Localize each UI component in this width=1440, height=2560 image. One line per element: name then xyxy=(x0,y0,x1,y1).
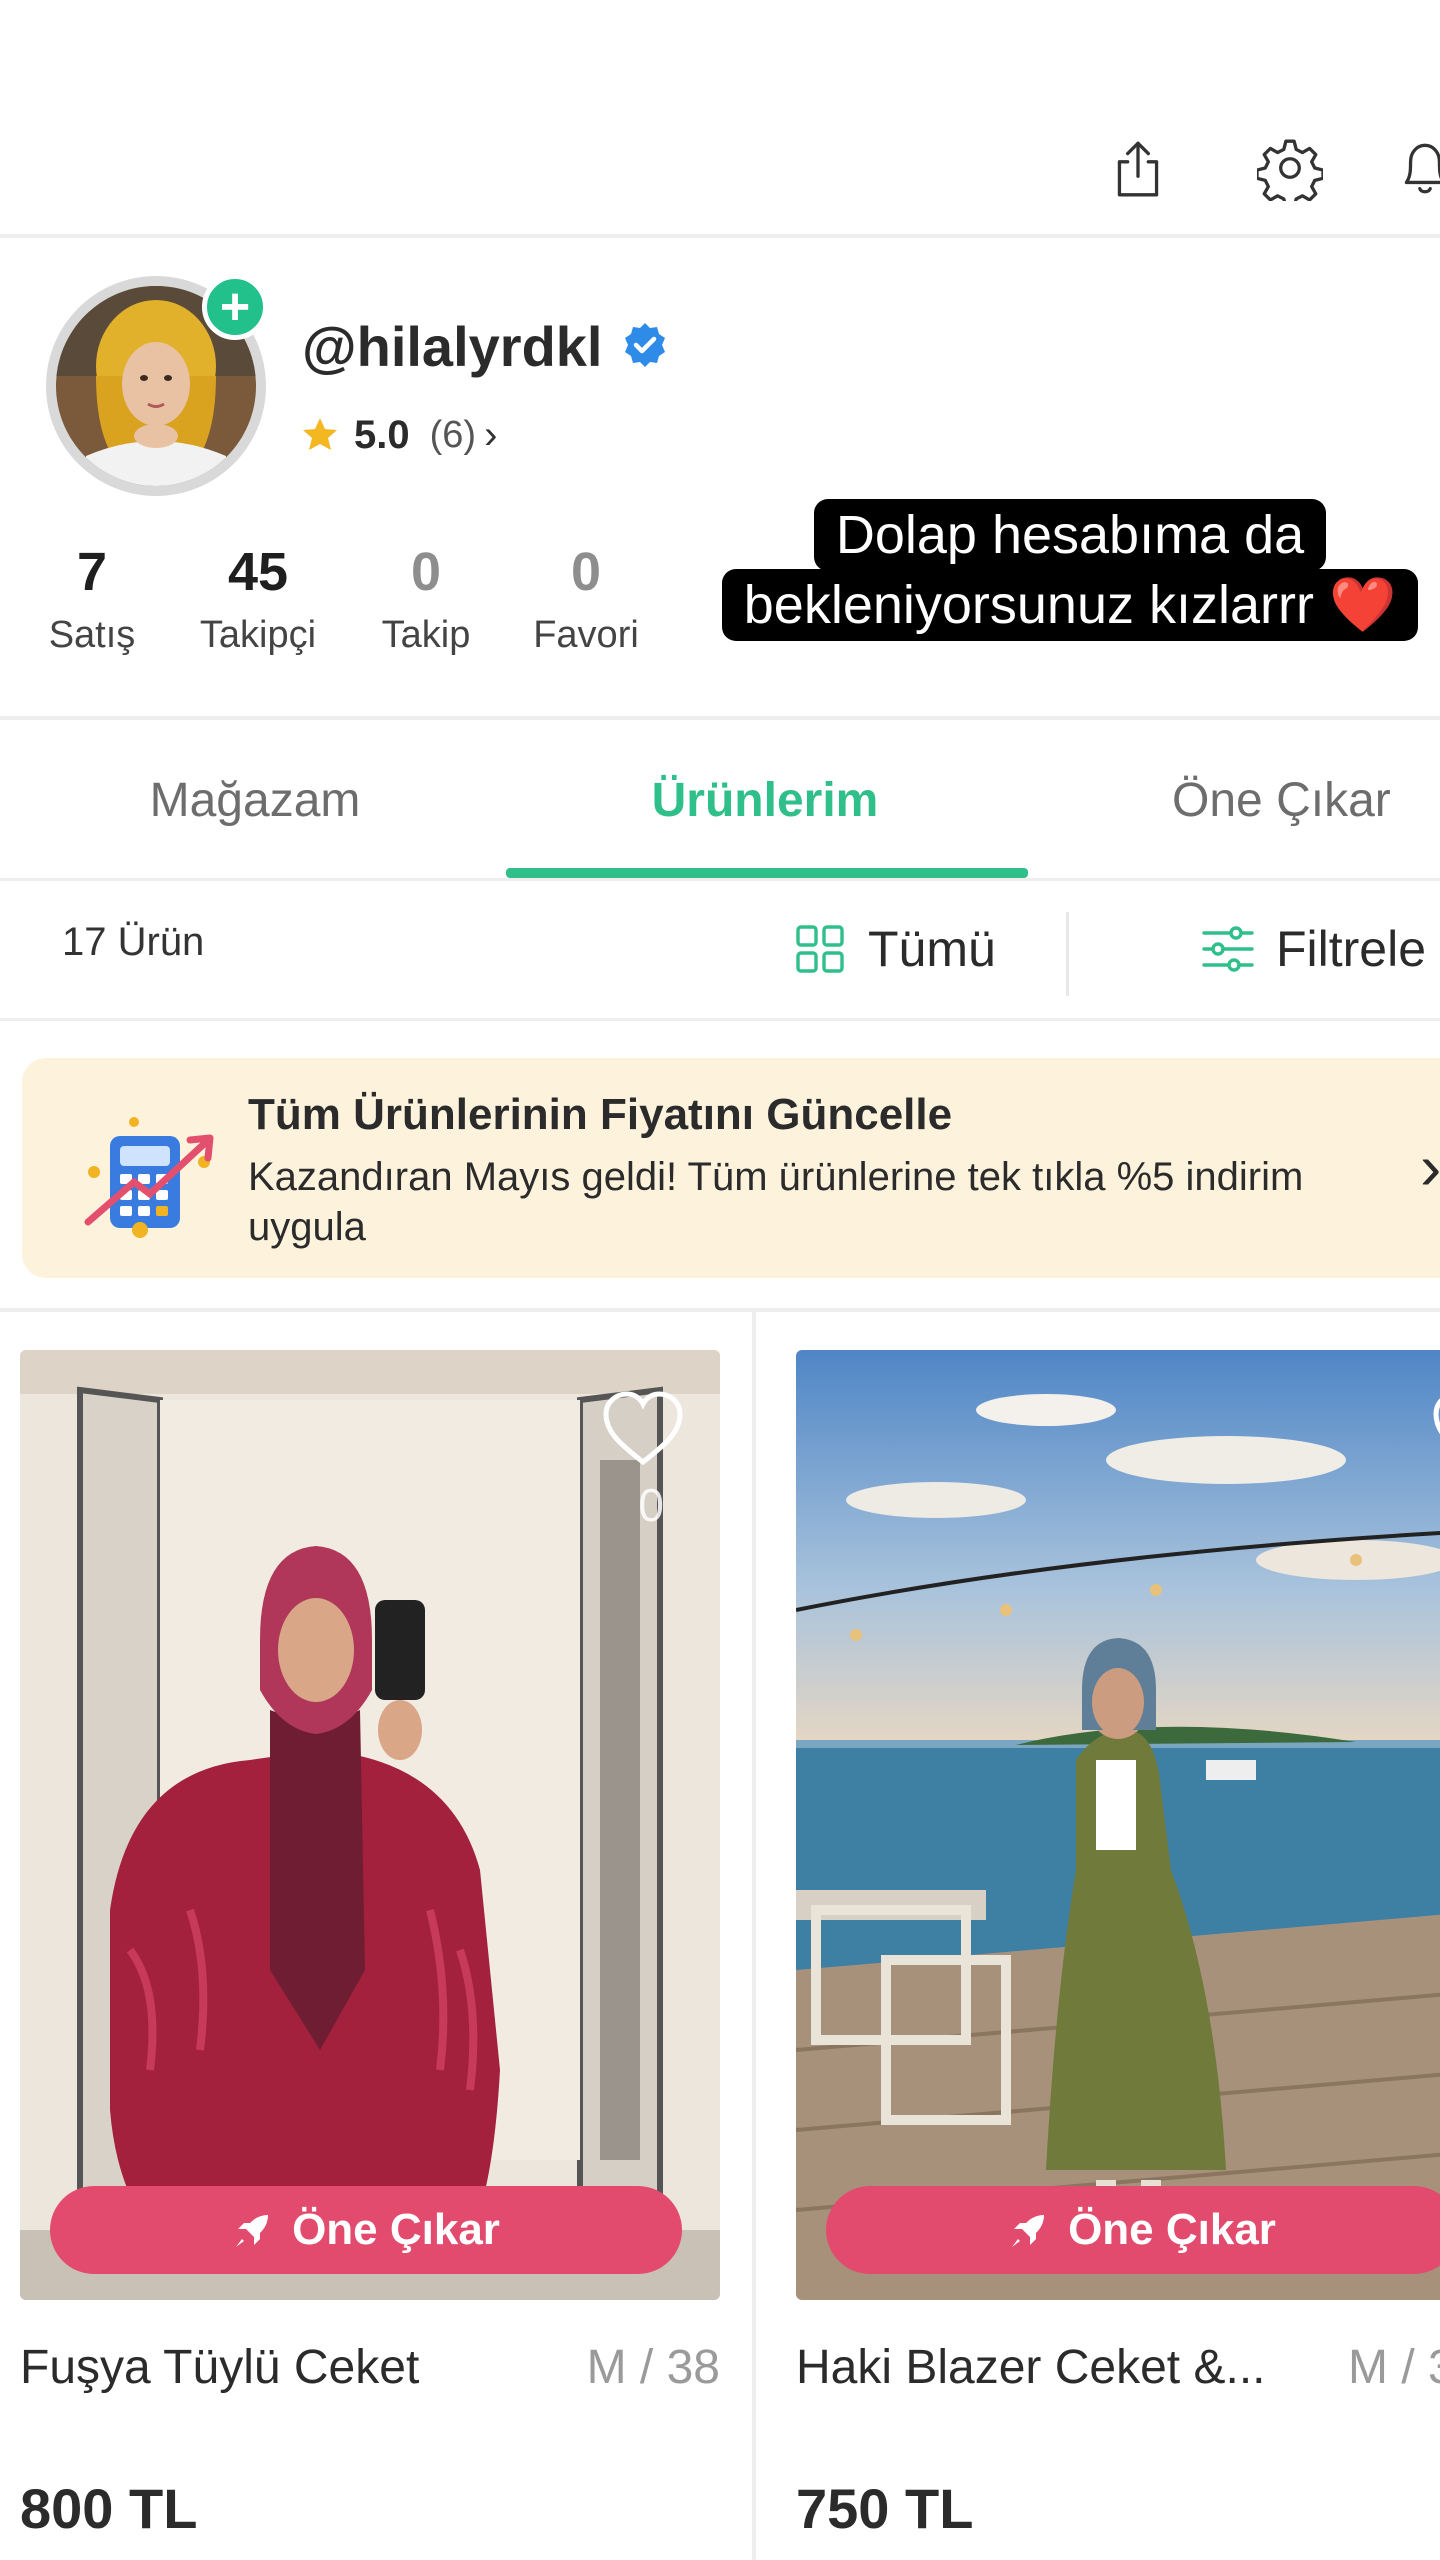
calculator-icon xyxy=(84,1117,214,1238)
promote-button[interactable]: Öne Çıkar xyxy=(50,2186,682,2274)
product-card[interactable]: 19 Öne Çıkar Haki Blazer Ceket &... M / … xyxy=(796,1350,1440,2560)
username: @hilalyrdkl xyxy=(302,314,603,378)
divider xyxy=(1066,912,1069,996)
product-image[interactable]: 19 Öne Çıkar xyxy=(796,1350,1440,2300)
heart-icon[interactable] xyxy=(1430,1390,1440,1468)
product-size: M / 38 xyxy=(1348,2341,1440,2394)
stat-label: Favori xyxy=(533,614,639,656)
story-caption-line2: bekleniyorsunuz kızlarrr ❤️ xyxy=(721,569,1419,642)
product-price: 800 TL xyxy=(20,2477,198,2540)
active-tab-indicator xyxy=(506,868,1028,878)
stat-favorites[interactable]: 0 Favori xyxy=(533,540,639,657)
stat-value: 7 xyxy=(76,542,108,602)
username-row: @hilalyrdkl xyxy=(302,310,670,382)
product-title[interactable]: Fuşya Tüylü Ceket xyxy=(20,2340,419,2395)
like-count: 0 xyxy=(638,1479,664,1531)
rating-value: 5.0 xyxy=(354,412,410,457)
top-bar xyxy=(0,0,1440,236)
gear-icon[interactable] xyxy=(1250,128,1330,208)
stat-value: 45 xyxy=(227,542,289,602)
tab-promote[interactable]: Öne Çıkar xyxy=(1020,720,1440,880)
filter-label: Filtrele xyxy=(1276,921,1427,977)
bell-icon[interactable] xyxy=(1392,128,1440,208)
stat-label: Takipçi xyxy=(199,614,317,656)
star-icon xyxy=(303,418,337,450)
filter-button[interactable]: Filtrele xyxy=(1200,912,1426,986)
rating-count: (6) xyxy=(429,413,477,456)
stat-sales[interactable]: 7 Satış xyxy=(49,540,136,657)
view-all-label: Tümü xyxy=(868,921,996,977)
promote-label: Öne Çıkar xyxy=(292,2205,500,2254)
story-caption-line1: Dolap hesabıma da xyxy=(813,499,1327,571)
profile-tabs: Mağazam Ürünlerim Öne Çıkar xyxy=(0,720,1440,880)
product-image[interactable]: 0 Öne Çıkar xyxy=(20,1350,720,2300)
stat-label: Takip xyxy=(381,614,471,656)
rating-row[interactable]: 5.0 (6) › xyxy=(300,410,497,460)
divider xyxy=(752,1312,756,2560)
product-title[interactable]: Haki Blazer Ceket &... xyxy=(796,2340,1266,2395)
stat-value: 0 xyxy=(570,542,602,602)
divider xyxy=(0,878,1440,881)
tab-my-products[interactable]: Ürünlerim xyxy=(510,720,1020,880)
banner-title: Tüm Ürünlerinin Fiyatını Güncelle xyxy=(248,1090,953,1139)
rocket-icon xyxy=(236,2215,269,2247)
promote-button[interactable]: Öne Çıkar xyxy=(826,2186,1440,2274)
price-update-banner[interactable]: Tüm Ürünlerinin Fiyatını Güncelle Kazand… xyxy=(22,1058,1440,1278)
story-caption: Dolap hesabıma da bekleniyorsunuz kızlar… xyxy=(690,499,1440,642)
product-price: 750 TL xyxy=(796,2477,974,2540)
heart-icon[interactable] xyxy=(600,1390,686,1468)
sliders-icon xyxy=(1202,926,1254,972)
stat-following[interactable]: 0 Takip xyxy=(382,540,471,657)
stat-followers[interactable]: 45 Takipçi xyxy=(200,540,316,657)
rocket-icon xyxy=(1012,2215,1045,2247)
filter-row: 17 Ürün Tümü Filtrele xyxy=(0,884,1440,1018)
share-icon[interactable] xyxy=(1098,128,1178,208)
divider xyxy=(0,1308,1440,1312)
divider xyxy=(0,234,1440,238)
view-all-button[interactable]: Tümü xyxy=(792,912,996,986)
divider xyxy=(0,1018,1440,1021)
product-size: M / 38 xyxy=(586,2341,720,2394)
grid-icon xyxy=(796,925,844,973)
product-card[interactable]: 0 Öne Çıkar Fuşya Tüylü Ceket M / 38 800… xyxy=(20,1350,720,2540)
verified-badge-icon xyxy=(625,323,666,367)
promote-label: Öne Çıkar xyxy=(1068,2205,1276,2254)
chevron-right-icon[interactable]: › xyxy=(1420,1130,1440,1204)
chevron-right-icon: › xyxy=(484,412,498,457)
stat-label: Satış xyxy=(48,614,136,656)
product-count: 17 Ürün xyxy=(62,920,205,964)
add-story-button[interactable]: + xyxy=(202,274,268,340)
tab-my-store[interactable]: Mağazam xyxy=(0,720,510,880)
banner-text: Kazandıran Mayıs geldi! Tüm ürünlerine t… xyxy=(248,1155,1304,1249)
stat-value: 0 xyxy=(410,542,442,602)
